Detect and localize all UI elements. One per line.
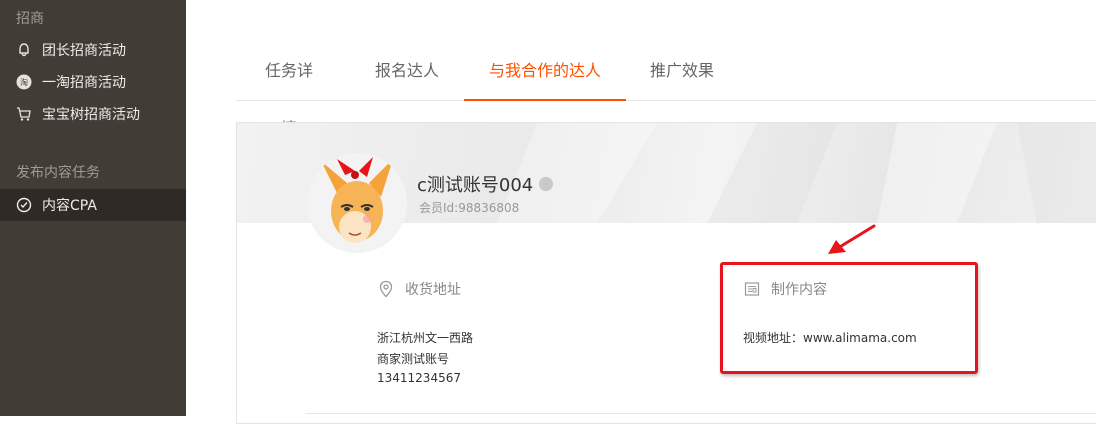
svg-text:淘: 淘 — [20, 77, 28, 87]
yitao-logo-icon: 淘 — [16, 74, 32, 90]
sidebar-item-label: 宝宝树招商活动 — [42, 107, 140, 123]
divider — [305, 413, 1096, 414]
sidebar-section-publish: 发布内容任务 — [16, 165, 100, 181]
user-name: c测试账号004 — [417, 171, 554, 197]
user-name-text: c测试账号004 — [417, 175, 534, 196]
recipient-phone: 13411234567 — [377, 371, 461, 385]
sidebar-item-yitao-recruit[interactable]: 淘 一淘招商活动 — [0, 66, 186, 98]
check-circle-icon — [16, 197, 32, 213]
recipient-name: 商家测试账号 — [377, 352, 450, 366]
tab-bar: 任务详情 报名达人 与我合作的达人 推广效果 — [236, 42, 1096, 138]
sidebar: 招商 团长招商活动 淘 一淘招商活动 宝宝树招商活动 发布内容任务 内容CPA — [0, 0, 186, 416]
sidebar-section-recruit: 招商 — [16, 11, 44, 27]
sidebar-item-group-recruit[interactable]: 团长招商活动 — [0, 34, 186, 66]
location-pin-icon — [377, 280, 395, 298]
group-bell-icon — [16, 42, 32, 58]
shipping-section-title: 收货地址 — [377, 279, 461, 299]
tab-signed-up-talents[interactable]: 报名达人 — [375, 42, 439, 100]
shipping-title-text: 收货地址 — [405, 282, 461, 298]
tab-task-detail[interactable]: 任务详情 — [260, 42, 318, 138]
sidebar-item-label: 内容CPA — [42, 198, 97, 214]
cart-icon — [16, 106, 32, 122]
annotation-arrow-icon — [828, 224, 876, 254]
sidebar-item-label: 团长招商活动 — [42, 43, 126, 59]
avatar[interactable] — [307, 153, 407, 253]
tab-promotion-effect[interactable]: 推广效果 — [650, 42, 714, 100]
sidebar-item-label: 一淘招商活动 — [42, 75, 126, 91]
level-badge-icon — [539, 177, 554, 191]
address-line: 浙江杭州文一西路 — [377, 331, 474, 345]
annotation-highlight-box — [720, 262, 978, 374]
member-id: 会员Id:98836808 — [419, 201, 520, 215]
sidebar-item-babytree-recruit[interactable]: 宝宝树招商活动 — [0, 98, 186, 130]
tab-cooperating-talents[interactable]: 与我合作的达人 — [464, 42, 626, 101]
sidebar-item-content-cpa[interactable]: 内容CPA — [0, 189, 186, 221]
